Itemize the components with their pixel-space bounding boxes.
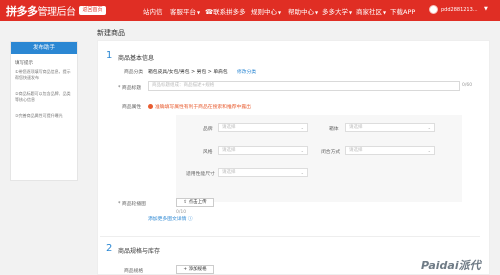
tip-item: ②商品标题可以包含品牌、品类等核心信息 (15, 91, 71, 102)
section-title: 商品规格与库存 (118, 248, 161, 255)
section-title: 商品基本信息 (118, 55, 155, 62)
add-spec-button[interactable]: + 添加规格 (176, 265, 214, 274)
chevron-down-icon: ⌄ (300, 148, 304, 153)
chevron-down-icon: ▼ (349, 10, 353, 15)
user-name[interactable]: pdd2881213... (441, 7, 481, 13)
nav-contact[interactable]: ☎联系拼多多 (205, 6, 246, 16)
divider (100, 236, 480, 237)
attr-label-box: 箱体 (329, 127, 339, 132)
title-counter: 0/60 (462, 83, 473, 88)
size-select[interactable]: 请选择 ⌄ (218, 168, 308, 177)
upload-button[interactable]: ⇪ 点击上传 (176, 198, 214, 207)
nav-community[interactable]: 商家社区▼ (356, 6, 386, 16)
tip-item: ①带您逐项填写商品信息，提示帮您快速发布 (15, 69, 71, 80)
home-button[interactable]: 返回首页 (79, 6, 106, 15)
section-number: 1 (106, 50, 113, 61)
change-category-link[interactable]: 修改分类 (237, 68, 256, 75)
attr-label-brand: 品牌 (203, 127, 213, 132)
nav-university[interactable]: 多多大学▼ (322, 6, 352, 16)
page-title: 新建商品 (97, 29, 125, 37)
add-more-details-link[interactable]: 添加更多图文详情 ⓘ (148, 215, 193, 222)
nav-rules[interactable]: 规则中心▼ (251, 6, 281, 16)
chevron-down-icon: ⌄ (427, 148, 431, 153)
chevron-down-icon: ▼ (383, 10, 387, 15)
attr-label-style: 风格 (203, 150, 213, 155)
info-icon: ⓘ (187, 217, 193, 222)
closure-select[interactable]: 请选择 ⌄ (345, 146, 435, 155)
warning-icon (148, 104, 153, 109)
publish-assistant-panel: 发布助手 填写提示 ①带您逐项填写商品信息，提示帮您快速发布 ②商品标题可以包含… (10, 41, 78, 181)
logo[interactable]: 拼多多管理后台 (6, 3, 76, 19)
attr-label-size: 适用性能尺寸 (186, 172, 215, 177)
style-select[interactable]: 请选择 ⌄ (218, 146, 308, 155)
tip-item: ③完善商品属性可提升曝光 (15, 113, 63, 118)
tips-title: 填写提示 (15, 61, 33, 66)
upload-icon: ⇪ (183, 200, 188, 205)
chevron-down-icon: ⌄ (427, 125, 431, 130)
attribute-warning: 准确填写属性有利于商品在搜索和推荐中露出 (148, 103, 251, 110)
publish-assistant-button[interactable]: 发布助手 (11, 42, 77, 54)
category-value: 箱包皮具/女包/男包 > 男包 > 单肩包 (148, 70, 228, 75)
nav-help[interactable]: 帮助中心▼ (288, 6, 318, 16)
nav-inbox[interactable]: 站内信 (143, 6, 163, 16)
section-number: 2 (106, 243, 113, 254)
headset-icon: ☎ (205, 8, 214, 16)
chevron-down-icon: ▼ (315, 10, 319, 15)
nav-customer-service[interactable]: 客服平台▼ (170, 6, 200, 16)
chevron-down-icon: ▼ (278, 10, 282, 15)
category-label: 商品分类 (124, 70, 144, 75)
title-label: * 商品标题 (118, 86, 142, 91)
chevron-down-icon: ⌄ (300, 125, 304, 130)
attributes-label: 商品属性 (122, 105, 142, 110)
title-input[interactable]: 商品标题组成：商品描述+规格 (148, 81, 460, 91)
brand-select[interactable]: 请选择 ⌄ (218, 123, 308, 132)
spec-label: 商品规格 (124, 269, 144, 274)
watermark: Paidai派代 (421, 259, 481, 272)
photos-label: * 商品轮播图 (118, 202, 146, 207)
avatar[interactable] (429, 5, 438, 14)
box-select[interactable]: 请选择 ⌄ (345, 123, 435, 132)
chevron-down-icon[interactable]: ▼ (484, 6, 488, 12)
top-bar: 拼多多管理后台 返回首页 站内信 客服平台▼ ☎联系拼多多 规则中心▼ 帮助中心… (0, 0, 500, 21)
attr-label-closure: 闭合方式 (321, 150, 341, 155)
chevron-down-icon: ▼ (197, 10, 201, 15)
chevron-down-icon: ⌄ (300, 170, 304, 175)
nav-download-app[interactable]: 下载APP (390, 6, 415, 16)
